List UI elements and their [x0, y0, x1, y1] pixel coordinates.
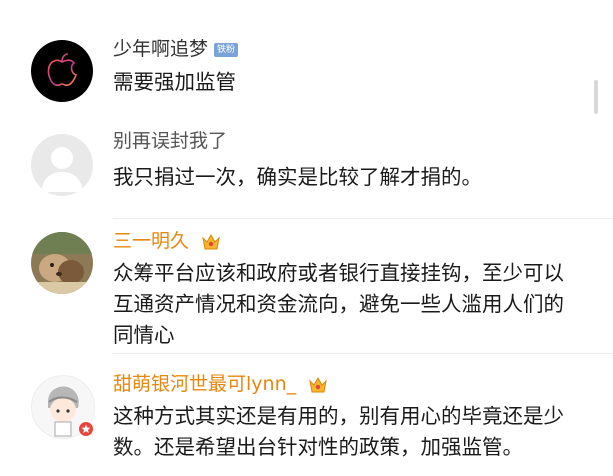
username-text[interactable]: 甜萌银河世最可lynn_ [113, 373, 296, 395]
default-avatar-icon [41, 147, 83, 192]
avatar[interactable] [31, 40, 93, 102]
apple-logo-icon [47, 53, 77, 87]
comment-username[interactable]: 别再误封我了 [113, 126, 227, 153]
username-text[interactable]: 少年啊追梦 [113, 38, 208, 60]
scrollbar[interactable] [594, 80, 598, 114]
comment-text: 需要强加监管 [113, 70, 236, 94]
comment-text: 这种方式其实还是有用的，别有用心的毕竟还是少数。还是希望出台针对性的政策，加强监… [113, 404, 564, 459]
comment-item: 少年啊追梦 铁粉 需要强加监管 [0, 0, 613, 115]
crown-badge-icon [309, 376, 327, 392]
divider [113, 218, 613, 219]
dog-avatar-icon [31, 232, 93, 294]
crown-badge-icon [202, 233, 220, 249]
avatar[interactable] [31, 232, 93, 294]
verified-badge-icon [78, 421, 94, 437]
comment-username[interactable]: 三一明久 [113, 226, 221, 253]
divider [113, 353, 613, 354]
avatar[interactable] [31, 134, 93, 196]
comment-item: 三一明久 众筹平台应该和政府或者银行直接挂钩，至少可以互通资产情况和资金流向，避… [0, 220, 613, 370]
comment-item: 甜萌银河世最可lynn_ 这种方式其实还是有用的，别有用心的毕竟还是少数。还是希… [0, 355, 613, 476]
username-text[interactable]: 三一明久 [113, 230, 189, 252]
comment-username[interactable]: 甜萌银河世最可lynn_ [113, 369, 328, 396]
fan-badge: 铁粉 [214, 43, 239, 57]
comment-item: 别再误封我了 我只捐过一次，确实是比较了解才捐的。 [0, 118, 613, 218]
comment-text: 我只捐过一次，确实是比较了解才捐的。 [113, 165, 482, 189]
comment-username[interactable]: 少年啊追梦 铁粉 [113, 34, 239, 61]
comment-text: 众筹平台应该和政府或者银行直接挂钩，至少可以互通资产情况和资金流向，避免一些人滥… [113, 261, 564, 347]
